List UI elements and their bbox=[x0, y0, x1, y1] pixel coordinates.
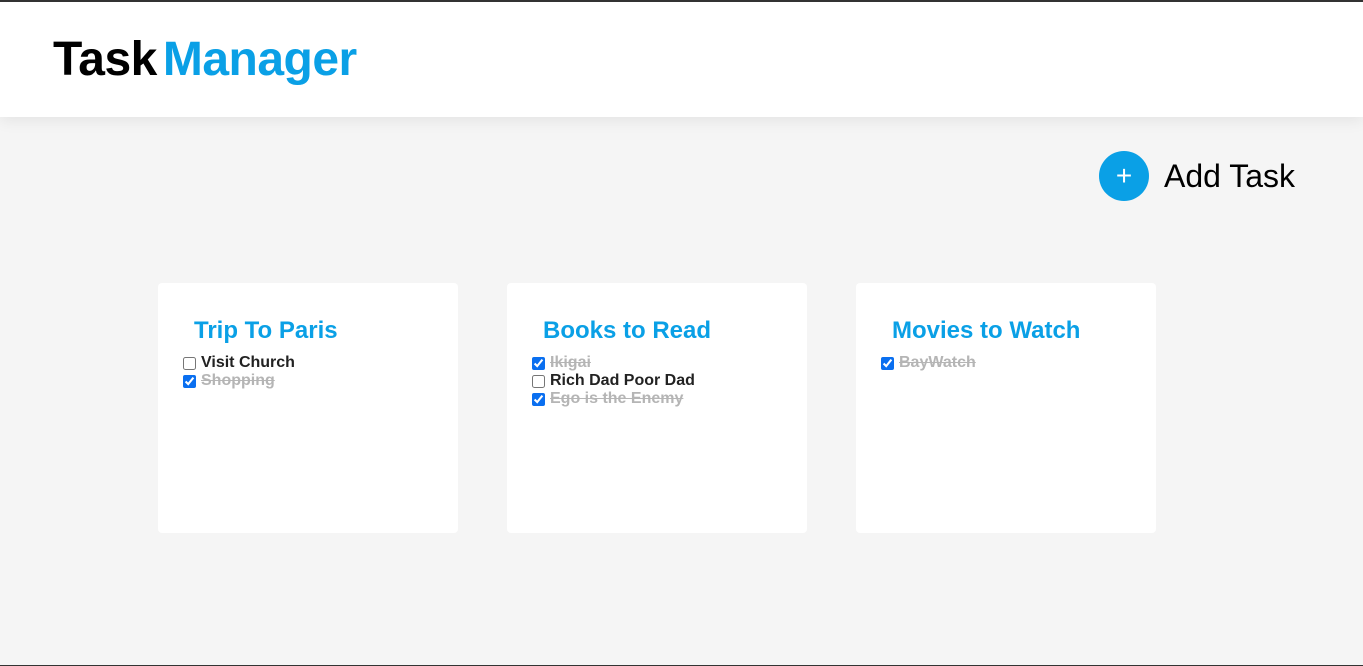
task-checkbox[interactable] bbox=[881, 356, 894, 370]
task-item: Visit Church bbox=[183, 354, 295, 372]
task-checkbox[interactable] bbox=[183, 374, 196, 388]
task-text: Ikigai bbox=[550, 354, 591, 371]
task-item: Rich Dad Poor Dad bbox=[532, 372, 695, 390]
logo-manager-text: Manager bbox=[162, 33, 357, 86]
plus-icon[interactable]: + bbox=[1099, 151, 1149, 201]
task-checkbox[interactable] bbox=[532, 374, 545, 388]
task-list: BayWatch bbox=[881, 354, 976, 372]
task-text: BayWatch bbox=[899, 354, 976, 371]
add-task-button[interactable]: + Add Task bbox=[1099, 151, 1295, 201]
task-text: Shopping bbox=[201, 372, 275, 389]
card-title: Movies to Watch bbox=[892, 317, 1081, 344]
task-checkbox[interactable] bbox=[183, 356, 196, 370]
logo-task-text: Task bbox=[53, 33, 157, 86]
task-item: BayWatch bbox=[881, 354, 976, 372]
task-item: Shopping bbox=[183, 372, 295, 390]
task-item: Ikigai bbox=[532, 354, 695, 372]
task-list: Visit Church Shopping bbox=[183, 354, 295, 390]
task-text: Visit Church bbox=[201, 354, 295, 371]
task-card-books-to-read: Books to Read Ikigai Rich Dad Poor Dad E… bbox=[507, 283, 807, 533]
app-header: Task Manager bbox=[0, 2, 1363, 117]
add-task-label[interactable]: Add Task bbox=[1164, 158, 1295, 195]
task-card-movies-to-watch: Movies to Watch BayWatch bbox=[856, 283, 1156, 533]
card-title: Trip To Paris bbox=[194, 317, 338, 344]
card-title: Books to Read bbox=[543, 317, 712, 344]
task-text: Ego is the Enemy bbox=[550, 390, 684, 407]
task-checkbox[interactable] bbox=[532, 392, 545, 406]
task-item: Ego is the Enemy bbox=[532, 390, 695, 408]
task-list: Ikigai Rich Dad Poor Dad Ego is the Enem… bbox=[532, 354, 695, 408]
task-checkbox[interactable] bbox=[532, 356, 545, 370]
task-card-trip-to-paris: Trip To Paris Visit Church Shopping bbox=[158, 283, 458, 533]
task-text: Rich Dad Poor Dad bbox=[550, 372, 695, 389]
app-logo: Task Manager bbox=[53, 32, 357, 88]
